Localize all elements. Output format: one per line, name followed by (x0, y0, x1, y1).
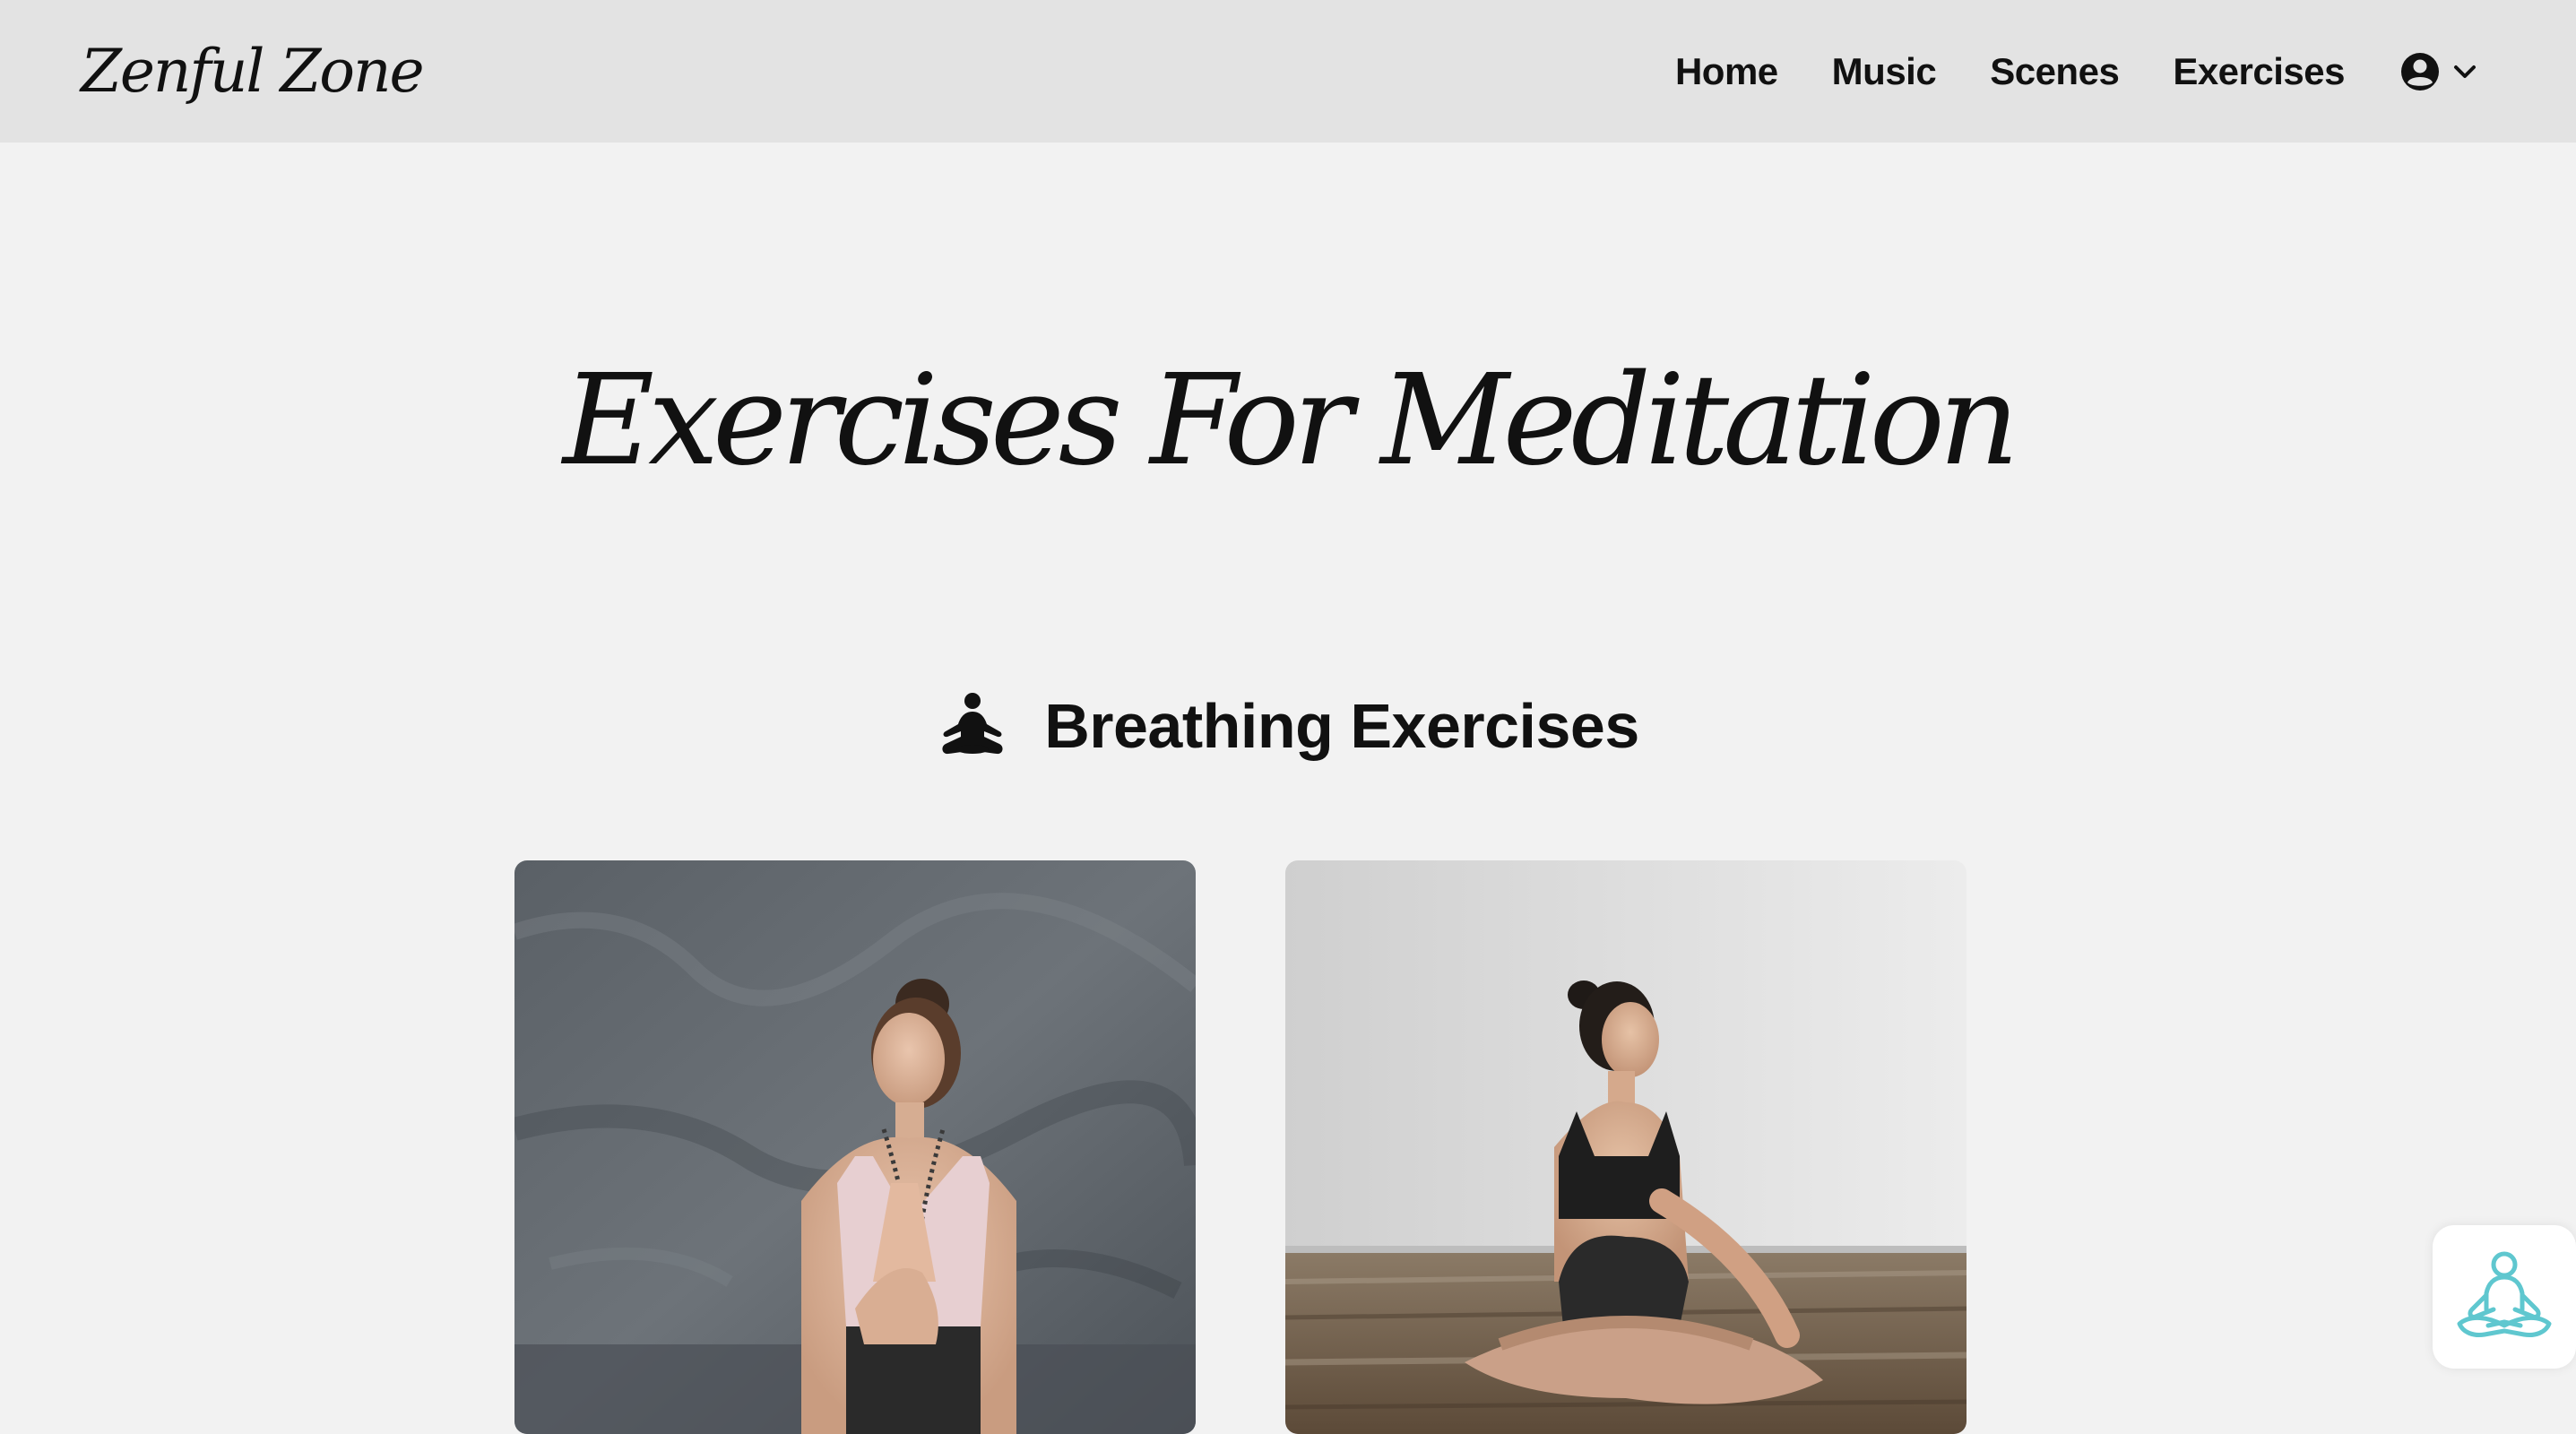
user-menu-toggle[interactable] (2400, 52, 2477, 91)
exercise-card-2[interactable] (1285, 860, 1967, 1434)
exercise-card-1[interactable] (514, 860, 1196, 1434)
site-logo[interactable]: Zenful Zone (81, 27, 425, 117)
page-title: Exercises For Meditation (562, 348, 2019, 494)
section-title: Breathing Exercises (1044, 691, 1639, 761)
chevron-down-icon (2454, 65, 2476, 78)
main-nav: Home Music Scenes Exercises (1621, 43, 2477, 100)
nav-link-scenes[interactable]: Scenes (1990, 50, 2120, 93)
nav-link-music[interactable]: Music (1832, 50, 1937, 93)
meditation-outline-icon (2457, 1251, 2552, 1337)
meditation-floating-button[interactable] (2433, 1225, 2576, 1369)
user-circle-icon (2401, 53, 2439, 91)
nav-link-exercises[interactable]: Exercises (2173, 50, 2345, 93)
meditation-person-icon (942, 693, 1003, 755)
section-heading: Breathing Exercises (0, 681, 2576, 771)
exercise-image-1 (514, 860, 1196, 1434)
nav-link-home[interactable]: Home (1675, 50, 1778, 93)
top-navbar: Zenful Zone Home Music Scenes Exercises (0, 0, 2576, 143)
exercise-image-2 (1285, 860, 1967, 1434)
